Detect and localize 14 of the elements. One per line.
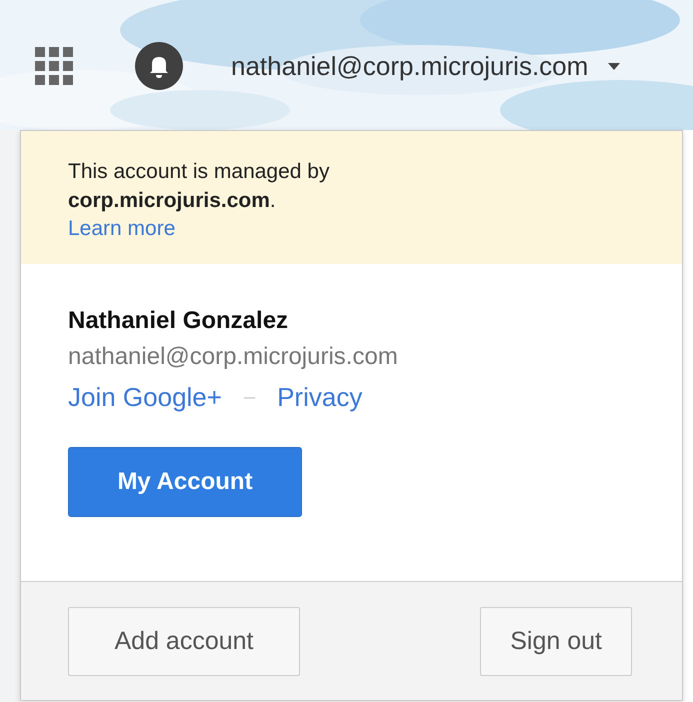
my-account-button[interactable]: My Account: [68, 447, 302, 517]
notification-bell-icon[interactable]: [135, 42, 183, 90]
caret-icon: [608, 62, 620, 70]
notice-text: This account is managed by corp.microjuris.com.: [68, 159, 330, 214]
separator: –: [244, 386, 256, 409]
apps-grid-icon[interactable]: [35, 47, 73, 85]
learn-more-link[interactable]: Learn more: [68, 215, 176, 243]
account-menu-button[interactable]: nathaniel@corp.microjuris.com: [231, 50, 620, 82]
footer-button[interactable]: Add account: [68, 606, 300, 676]
user-name: Nathaniel Gonzalez: [68, 306, 288, 336]
user-email: nathaniel@corp.microjuris.com: [68, 342, 398, 372]
profile-link[interactable]: Join Google+: [68, 382, 222, 413]
profile-link[interactable]: Privacy: [277, 382, 362, 413]
footer-button[interactable]: Sign out: [480, 606, 632, 676]
